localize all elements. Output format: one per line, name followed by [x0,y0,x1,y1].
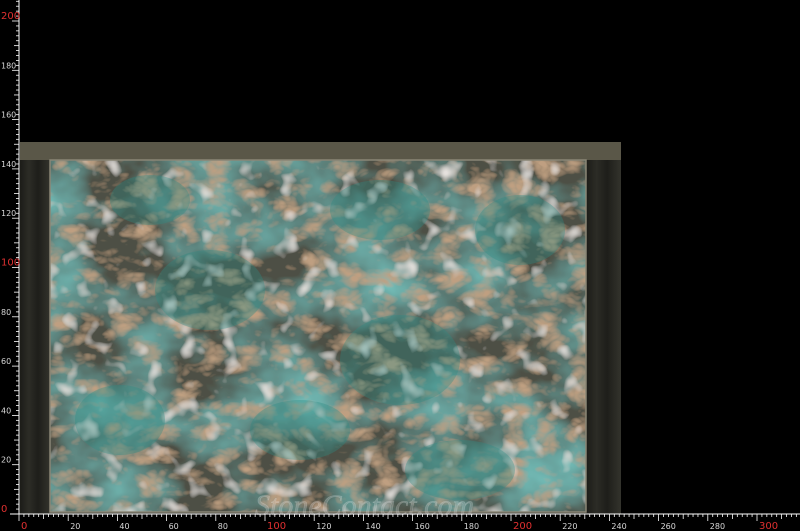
stand-top-rail [20,142,621,160]
ruler-x-label: 100 [267,521,286,531]
ruler-x-label: 300 [759,521,778,531]
stand-left-post [20,160,50,514]
ruler-y-label: 60 [1,357,11,366]
ruler-x-label: 120 [316,522,331,531]
ruler-y-label: 100 [1,258,20,269]
ruler-y-label: 40 [1,406,11,415]
ruler-y-label: 0 [1,504,7,515]
ruler-y-label: 120 [1,209,16,218]
ruler-x-label: 0 [21,521,27,531]
ruler-x-label: 80 [218,522,228,531]
ruler-x-label: 180 [464,522,479,531]
ruler-x-label: 260 [661,522,676,531]
ruler-x-label: 20 [70,522,80,531]
watermark-text: StoneContact.com [255,489,474,522]
ruler-x-label: 220 [562,522,577,531]
ruler-y-label: 80 [1,308,11,317]
ruler-x-label: 40 [119,522,129,531]
ruler-y-label: 180 [1,61,16,70]
ruler-y-label: 140 [1,160,16,169]
ruler-y-label: 200 [1,11,20,22]
ruler-x-label: 280 [710,522,725,531]
ruler-y-label: 20 [1,456,11,465]
stand-right-post [586,160,621,514]
ruler-x-label: 60 [169,522,179,531]
ruler-x-label: 160 [415,522,430,531]
ruler-y-label: 160 [1,111,16,120]
ruler-x-label: 240 [611,522,626,531]
slab-photo-scene: StoneContact.com 0 20 40 60 80 100 120 140 160 18… [0,0,800,531]
amazonite-slab [49,159,587,513]
ruler-x-label: 140 [365,522,380,531]
ruler-x-label: 200 [513,521,532,531]
